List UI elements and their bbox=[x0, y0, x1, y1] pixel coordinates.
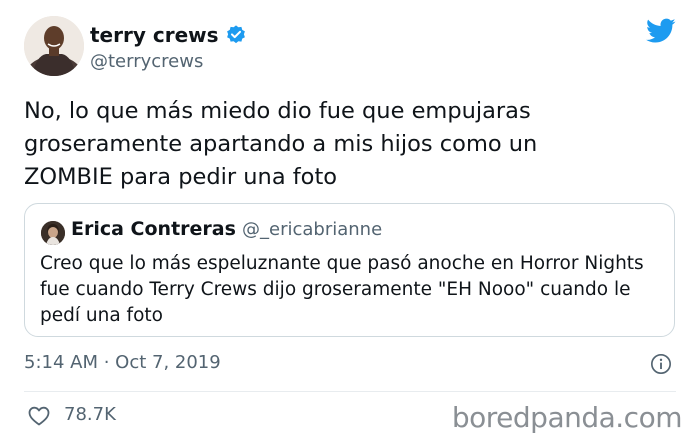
tweet-text: No, lo que más miedo dio fue que empujar… bbox=[24, 95, 664, 194]
info-icon[interactable] bbox=[650, 353, 672, 375]
quoted-text-line: fue cuando Terry Crews dijo groseramente… bbox=[40, 279, 631, 300]
author-avatar[interactable] bbox=[24, 16, 84, 76]
author-name-row: terry crews bbox=[90, 23, 247, 47]
quoted-tweet[interactable]: Erica Contreras @_ericabrianne Creo que … bbox=[24, 203, 675, 337]
tweet-card: terry crews @terrycrews No, lo que más m… bbox=[0, 0, 700, 443]
tweet-timestamp[interactable]: 5:14 AM · Oct 7, 2019 bbox=[24, 352, 221, 373]
like-count: 78.7K bbox=[64, 404, 116, 425]
quoted-tweet-text: Creo que lo más espeluznante que pasó an… bbox=[40, 251, 665, 329]
avatar-photo-icon bbox=[41, 221, 65, 245]
quoted-author-avatar[interactable] bbox=[41, 221, 65, 245]
tweet-text-line: No, lo que más miedo dio fue que empujar… bbox=[24, 98, 531, 124]
heart-icon[interactable] bbox=[27, 404, 51, 428]
tweet-header: terry crews @terrycrews bbox=[24, 16, 676, 80]
author-display-name[interactable]: terry crews bbox=[90, 23, 219, 47]
tweet-text-line: groseramente apartando a mis hijos como … bbox=[24, 131, 538, 157]
quoted-text-line: Creo que lo más espeluznante que pasó an… bbox=[40, 253, 644, 274]
watermark: boredpanda.com bbox=[451, 401, 683, 434]
quoted-author-handle[interactable]: @_ericabrianne bbox=[242, 219, 382, 240]
verified-badge-icon bbox=[226, 25, 245, 44]
tweet-text-line: ZOMBIE para pedir una foto bbox=[24, 164, 338, 190]
quoted-author-name[interactable]: Erica Contreras bbox=[71, 218, 236, 240]
author-handle[interactable]: @terrycrews bbox=[90, 51, 203, 72]
quoted-text-line: pedí una foto bbox=[40, 305, 163, 326]
twitter-bird-icon[interactable] bbox=[646, 18, 676, 44]
divider bbox=[24, 391, 676, 392]
avatar-photo-icon bbox=[24, 16, 84, 76]
